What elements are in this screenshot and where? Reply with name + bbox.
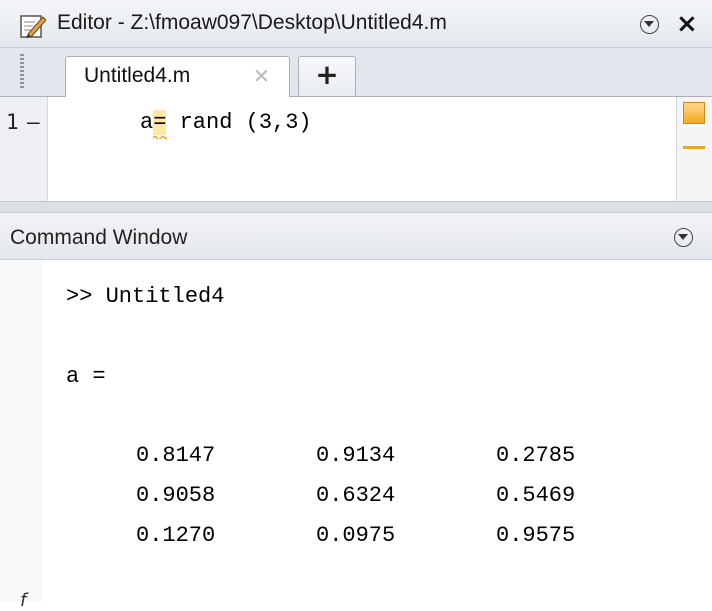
code-operator-warning: = — [153, 110, 168, 139]
command-window-header: Command Window — [0, 213, 712, 260]
matrix-cell: 0.9134 — [316, 443, 396, 468]
matrix-cell: 0.9575 — [496, 523, 576, 548]
matrix-cell: 0.8147 — [136, 443, 216, 468]
editor-pencil-icon — [20, 15, 46, 38]
close-icon[interactable]: × — [676, 8, 698, 40]
command-window-gutter — [0, 260, 42, 602]
command-window-output[interactable]: >> Untitled4 a = 0.8147 0.9134 0.2785 0.… — [0, 260, 712, 611]
variable-label: a = — [66, 364, 106, 389]
chevron-down-icon — [678, 234, 688, 240]
editor-menu-button[interactable] — [640, 15, 659, 34]
editor-title: Editor - Z:\fmoaw097\Desktop\Untitled4.m — [57, 11, 447, 34]
drag-grip-icon[interactable] — [20, 54, 24, 90]
matrix-cell: 0.0975 — [316, 523, 396, 548]
tab-close-icon[interactable]: ✕ — [253, 64, 270, 88]
pane-splitter[interactable] — [0, 201, 712, 213]
code-line[interactable]: a= rand (3,3) — [140, 110, 312, 139]
code-expression: rand (3,3) — [166, 110, 312, 135]
matrix-cell: 0.9058 — [136, 483, 216, 508]
chevron-down-icon — [644, 21, 654, 27]
line-gutter: 1 – — [0, 97, 48, 201]
analyzer-warning-indicator[interactable] — [683, 102, 705, 124]
code-editor[interactable]: 1 – a= rand (3,3) — [0, 97, 712, 201]
command-window-title: Command Window — [10, 226, 188, 249]
tab-label: Untitled4.m — [84, 64, 191, 87]
editor-tab-strip: Untitled4.m ✕ + — [0, 48, 712, 98]
function-browser-icon[interactable]: f — [20, 590, 26, 611]
new-tab-button[interactable]: + — [298, 56, 356, 96]
line-number: 1 — [6, 110, 19, 134]
analyzer-line-marker[interactable] — [683, 146, 705, 149]
matrix-cell: 0.5469 — [496, 483, 576, 508]
matrix-cell: 0.1270 — [136, 523, 216, 548]
warning-squiggle-icon — [153, 135, 168, 139]
command-line: >> Untitled4 — [66, 284, 225, 309]
editor-titlebar: Editor - Z:\fmoaw097\Desktop\Untitled4.m… — [0, 0, 712, 48]
code-variable: a — [140, 110, 154, 135]
matrix-cell: 0.6324 — [316, 483, 396, 508]
breakpoint-marker[interactable]: – — [27, 110, 40, 134]
command-window-menu-button[interactable] — [674, 228, 693, 247]
code-analyzer-bar — [676, 97, 712, 201]
tab-untitled4[interactable]: Untitled4.m ✕ — [65, 56, 290, 98]
matrix-cell: 0.2785 — [496, 443, 576, 468]
